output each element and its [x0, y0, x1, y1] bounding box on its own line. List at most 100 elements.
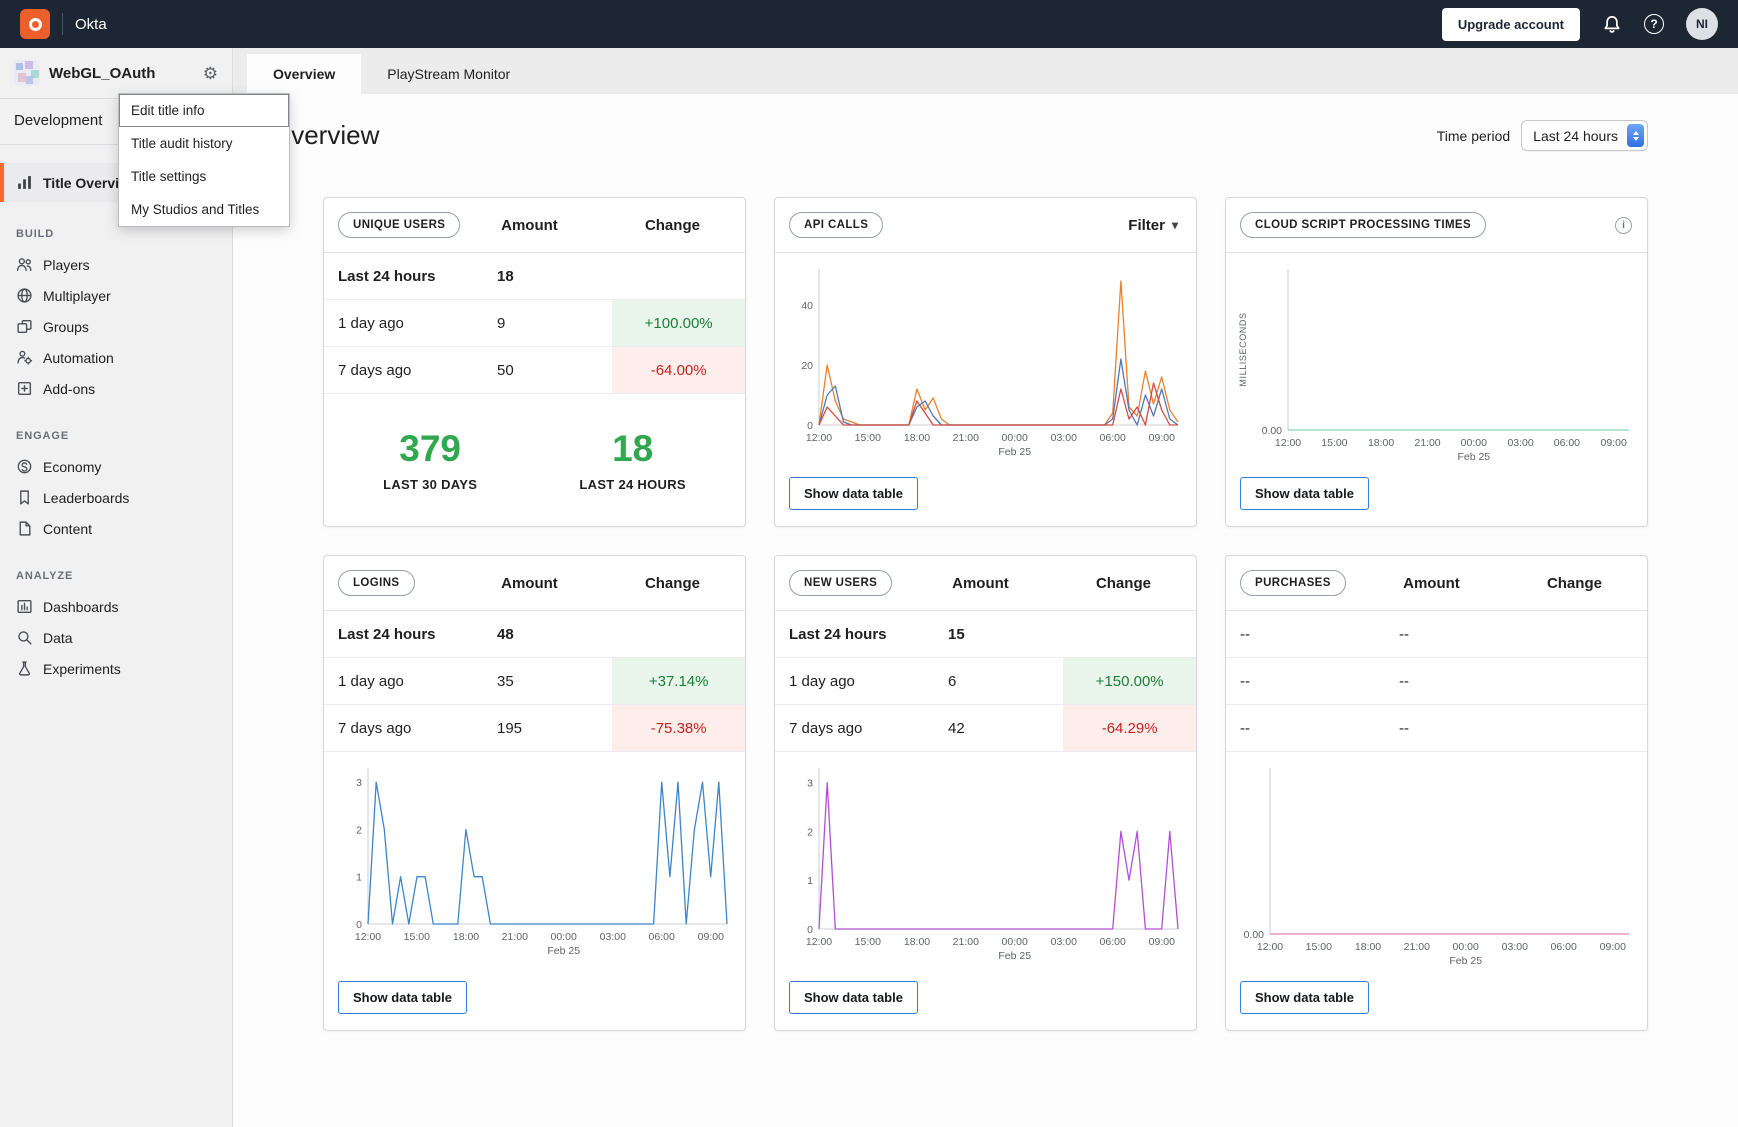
- players-icon: [16, 256, 33, 273]
- sidebar-item-label: Groups: [43, 319, 89, 335]
- sidebar-item-leaderboards[interactable]: Leaderboards: [0, 482, 232, 513]
- time-period-select[interactable]: Last 24 hours: [1521, 120, 1648, 151]
- sidebar-item-groups[interactable]: Groups: [0, 311, 232, 342]
- cloud-script-chart: 0.0012:0015:0018:0021:0000:0003:0006:000…: [1232, 259, 1641, 469]
- title-settings-menu: Edit title info Title audit history Titl…: [118, 93, 290, 227]
- bell-icon[interactable]: [1602, 14, 1622, 34]
- section-label-analyze: ANALYZE: [16, 570, 216, 582]
- summary-item: 18 LAST 24 HOURS: [579, 428, 685, 492]
- sidebar-item-economy[interactable]: Economy: [0, 451, 232, 482]
- leaderboards-icon: [16, 489, 33, 506]
- title-avatar: [14, 60, 40, 86]
- api-calls-card: API CALLS Filter ▾ 0204012:0015:0018:002…: [774, 197, 1197, 527]
- svg-text:Feb 25: Feb 25: [998, 950, 1031, 962]
- svg-text:06:00: 06:00: [649, 931, 675, 943]
- svg-text:3: 3: [807, 778, 813, 790]
- table-row: Last 24 hours 18: [324, 253, 745, 300]
- change-column-header: Change: [610, 217, 735, 234]
- sidebar-item-experiments[interactable]: Experiments: [0, 653, 232, 684]
- change-positive: +100.00%: [612, 300, 745, 346]
- amount-column-header: Amount: [952, 575, 1061, 592]
- addons-icon: [16, 380, 33, 397]
- svg-text:03:00: 03:00: [1051, 936, 1077, 948]
- new-users-chart: 012312:0015:0018:0021:0000:0003:0006:000…: [781, 758, 1190, 973]
- card-head: LOGINS Amount Change: [324, 556, 745, 611]
- show-data-table-button[interactable]: Show data table: [1240, 981, 1369, 1014]
- menu-item-edit-title-info[interactable]: Edit title info: [119, 94, 289, 127]
- show-data-table-button[interactable]: Show data table: [789, 981, 918, 1014]
- svg-text:06:00: 06:00: [1551, 941, 1577, 953]
- info-icon[interactable]: i: [1615, 217, 1632, 234]
- sidebar-item-dashboards[interactable]: Dashboards: [0, 591, 232, 622]
- upgrade-account-button[interactable]: Upgrade account: [1442, 8, 1580, 41]
- table-row: 7 days ago 195 -75.38%: [324, 705, 745, 752]
- change-positive: +150.00%: [1063, 658, 1196, 704]
- topbar-actions: Upgrade account ? NI: [1442, 8, 1718, 41]
- menu-item-my-studios-and-titles[interactable]: My Studios and Titles: [119, 193, 289, 226]
- show-data-table-button[interactable]: Show data table: [789, 477, 918, 510]
- sidebar-item-label: Dashboards: [43, 599, 119, 615]
- card-head: NEW USERS Amount Change: [775, 556, 1196, 611]
- card-title-pill: CLOUD SCRIPT PROCESSING TIMES: [1240, 212, 1486, 238]
- user-avatar[interactable]: NI: [1686, 8, 1718, 40]
- filter-dropdown[interactable]: Filter ▾: [1128, 217, 1186, 234]
- card-title-pill: UNIQUE USERS: [338, 212, 460, 238]
- sidebar-item-content[interactable]: Content: [0, 513, 232, 544]
- svg-text:Feb 25: Feb 25: [1457, 451, 1490, 463]
- svg-text:21:00: 21:00: [1414, 437, 1440, 449]
- sidebar-item-label: Add-ons: [43, 381, 95, 397]
- change-negative: -64.29%: [1063, 705, 1196, 751]
- sidebar-item-players[interactable]: Players: [0, 249, 232, 280]
- sidebar-item-multiplayer[interactable]: Multiplayer: [0, 280, 232, 311]
- svg-text:15:00: 15:00: [404, 931, 430, 943]
- okta-logo-ring: [29, 18, 42, 31]
- table-row: -- --: [1226, 611, 1647, 658]
- gear-icon[interactable]: ⚙: [203, 65, 218, 82]
- select-stepper-icon: [1627, 124, 1644, 147]
- svg-text:15:00: 15:00: [1321, 437, 1347, 449]
- logins-chart: 012312:0015:0018:0021:0000:0003:0006:000…: [330, 758, 739, 973]
- sidebar-item-label: Experiments: [43, 661, 121, 677]
- svg-text:12:00: 12:00: [1257, 941, 1283, 953]
- table-row: Last 24 hours 48: [324, 611, 745, 658]
- svg-text:21:00: 21:00: [953, 936, 979, 948]
- svg-text:18:00: 18:00: [1368, 437, 1394, 449]
- time-period-value: Last 24 hours: [1533, 128, 1618, 144]
- svg-text:00:00: 00:00: [1002, 936, 1028, 948]
- svg-text:1: 1: [807, 875, 813, 887]
- menu-item-title-audit-history[interactable]: Title audit history: [119, 127, 289, 160]
- sidebar-item-data[interactable]: Data: [0, 622, 232, 653]
- svg-text:18:00: 18:00: [1355, 941, 1381, 953]
- sidebar-item-label: Economy: [43, 459, 101, 475]
- tab-playstream-monitor[interactable]: PlayStream Monitor: [361, 54, 536, 94]
- table-row: 1 day ago 35 +37.14%: [324, 658, 745, 705]
- sidebar-item-label: Automation: [43, 350, 114, 366]
- sidebar-item-add-ons[interactable]: Add-ons: [0, 373, 232, 404]
- tab-overview[interactable]: Overview: [247, 54, 361, 94]
- time-period-label: Time period: [1437, 128, 1510, 144]
- svg-text:03:00: 03:00: [1502, 941, 1528, 953]
- svg-text:03:00: 03:00: [1507, 437, 1533, 449]
- show-data-table-button[interactable]: Show data table: [338, 981, 467, 1014]
- svg-text:Feb 25: Feb 25: [998, 446, 1031, 458]
- show-data-table-button[interactable]: Show data table: [1240, 477, 1369, 510]
- logins-card: LOGINS Amount Change Last 24 hours 48 1 …: [323, 555, 746, 1031]
- sidebar-item-automation[interactable]: Automation: [0, 342, 232, 373]
- change-column-header: Change: [1061, 575, 1186, 592]
- svg-text:40: 40: [801, 300, 813, 312]
- sidebar-item-label: Data: [43, 630, 73, 646]
- svg-text:00:00: 00:00: [1453, 941, 1479, 953]
- svg-text:00:00: 00:00: [551, 931, 577, 943]
- svg-text:MILLISECONDS: MILLISECONDS: [1238, 312, 1248, 386]
- menu-item-title-settings[interactable]: Title settings: [119, 160, 289, 193]
- help-icon[interactable]: ?: [1644, 14, 1664, 34]
- svg-text:18:00: 18:00: [904, 432, 930, 444]
- change-column-header: Change: [610, 575, 735, 592]
- cloud-script-card: CLOUD SCRIPT PROCESSING TIMES i 0.0012:0…: [1225, 197, 1648, 527]
- svg-text:2: 2: [356, 824, 362, 836]
- svg-text:18:00: 18:00: [453, 931, 479, 943]
- table-row: -- --: [1226, 658, 1647, 705]
- title-name: WebGL_OAuth: [49, 65, 155, 82]
- svg-text:1: 1: [356, 872, 362, 884]
- summary-item: 379 LAST 30 DAYS: [383, 428, 477, 492]
